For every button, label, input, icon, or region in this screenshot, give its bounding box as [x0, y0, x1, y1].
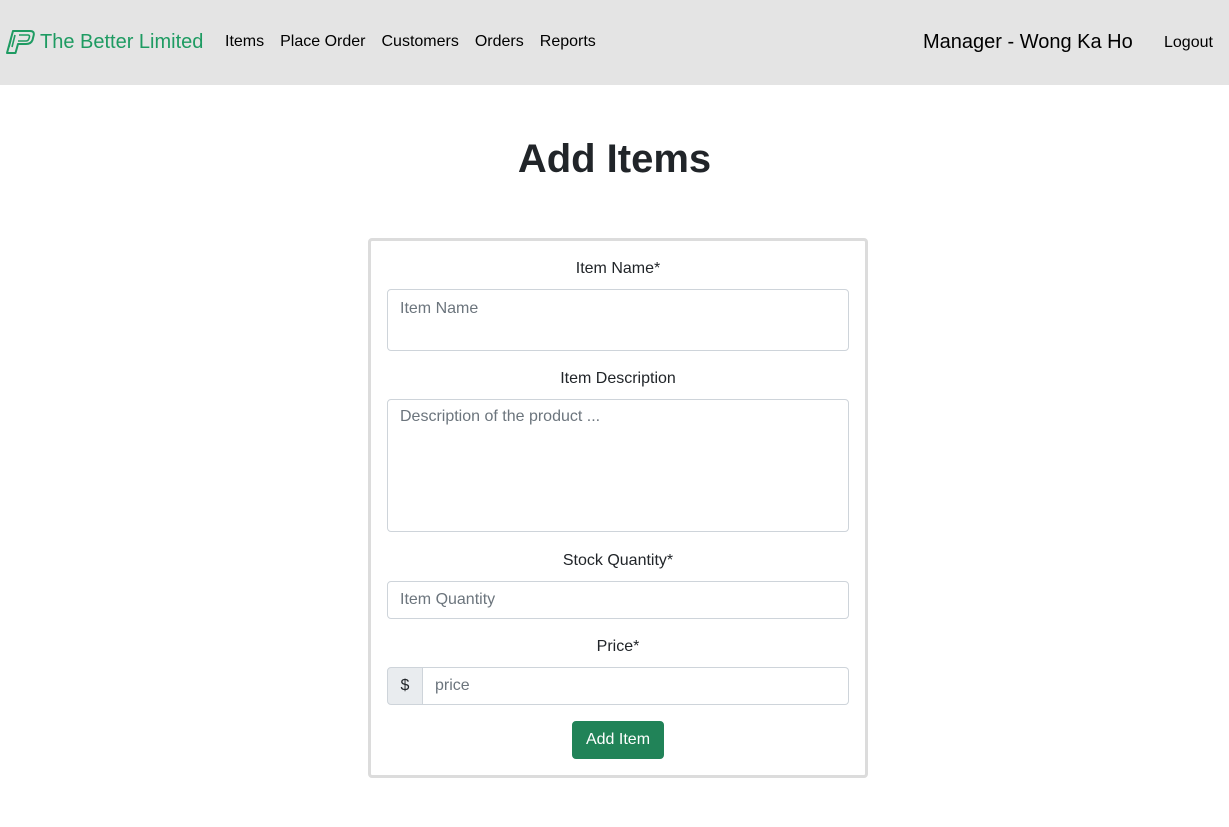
add-item-form: Item Name* Item Description Stock Quanti… [368, 238, 868, 778]
nav-link-reports[interactable]: Reports [532, 31, 604, 53]
nav-link-customers[interactable]: Customers [374, 31, 467, 53]
add-item-button[interactable]: Add Item [572, 721, 664, 759]
current-user-label: Manager - Wong Ka Ho [923, 31, 1133, 53]
company-logo-icon [6, 30, 35, 54]
item-name-input[interactable] [387, 289, 849, 351]
nav-link-orders[interactable]: Orders [467, 31, 532, 53]
item-name-label: Item Name* [575, 260, 661, 277]
main-nav: Items Place Order Customers Orders Repor… [217, 31, 604, 53]
nav-link-items[interactable]: Items [217, 31, 272, 53]
price-input[interactable] [423, 667, 849, 705]
logout-link[interactable]: Logout [1164, 32, 1213, 54]
price-label: Price* [596, 638, 640, 655]
stock-quantity-label: Stock Quantity* [562, 552, 674, 569]
brand-name: The Better Limited [40, 31, 204, 53]
nav-link-place-order[interactable]: Place Order [272, 31, 373, 53]
page-title: Add Items [517, 137, 712, 181]
brand-link[interactable]: The Better Limited [6, 30, 203, 54]
price-input-group: $ [387, 667, 849, 705]
stock-quantity-input[interactable] [387, 581, 849, 619]
currency-addon: $ [387, 667, 423, 705]
item-description-textarea[interactable] [387, 399, 849, 532]
item-description-label: Item Description [560, 370, 676, 387]
top-navbar: The Better Limited Items Place Order Cus… [0, 0, 1229, 85]
